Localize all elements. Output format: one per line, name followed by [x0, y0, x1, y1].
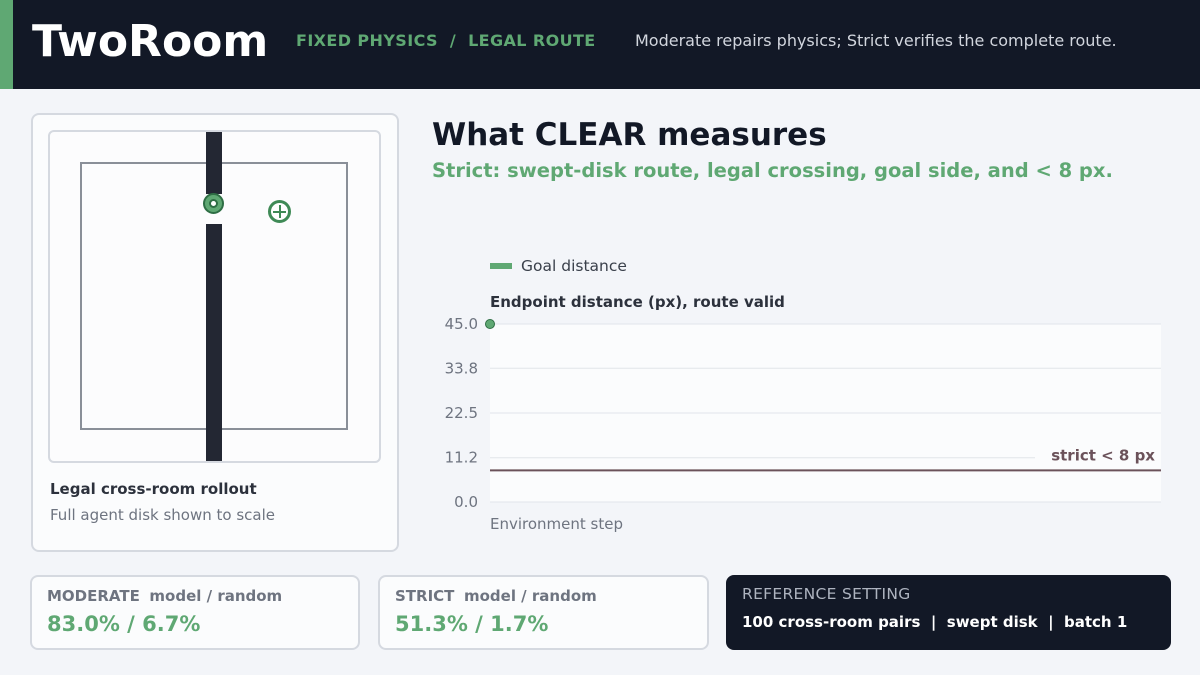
moderate-label: MODERATE [47, 587, 140, 605]
legend-swatch-goal-distance [490, 263, 512, 269]
chart-title: Endpoint distance (px), route valid [490, 293, 785, 311]
breadcrumb: FIXED PHYSICS / LEGAL ROUTE [296, 31, 596, 50]
reference-value: 100 cross-room pairs | swept disk | batc… [742, 613, 1128, 631]
simulation-subtitle: Full agent disk shown to scale [50, 506, 275, 524]
strict-sublabel: model / random [463, 587, 597, 605]
reference-setting-card: REFERENCE SETTING 100 cross-room pairs |… [726, 575, 1171, 650]
moderate-stat-value: 83.0% / 6.7% [47, 612, 201, 636]
divider-wall-bottom [206, 224, 222, 461]
distance-chart: 0.0 11.2 22.5 33.8 45.0 strict < 8 px [445, 315, 1161, 511]
threshold-label: strict < 8 px [1051, 446, 1155, 464]
strict-label: STRICT [395, 587, 455, 605]
y-tick-label: 0.0 [454, 493, 478, 511]
y-tick-label: 22.5 [445, 404, 478, 422]
legend-label-goal-distance: Goal distance [521, 257, 627, 275]
app-title: TwoRoom [32, 16, 269, 67]
strict-stat-card: STRICT model / random 51.3% / 1.7% [378, 575, 709, 650]
page-subtitle: Strict: swept-disk route, legal crossing… [432, 159, 1113, 182]
strict-stat-title: STRICT model / random [395, 587, 597, 605]
moderate-stat-card: MODERATE model / random 83.0% / 6.7% [30, 575, 360, 650]
simulation-title: Legal cross-room rollout [50, 480, 257, 498]
y-tick-label: 33.8 [445, 359, 478, 377]
chart-legend: Goal distance [490, 256, 627, 276]
moderate-stat-title: MODERATE model / random [47, 587, 282, 605]
agent-disk-icon [203, 193, 224, 214]
chart-x-axis-label: Environment step [490, 515, 623, 533]
data-point-0-0 [485, 319, 495, 329]
app-header: TwoRoom FIXED PHYSICS / LEGAL ROUTE Mode… [0, 0, 1200, 89]
moderate-sublabel: model / random [149, 587, 283, 605]
page-title: What CLEAR measures [432, 117, 827, 153]
y-tick-label: 11.2 [445, 449, 478, 467]
reference-title: REFERENCE SETTING [742, 585, 911, 603]
goal-crosshair-icon [268, 200, 291, 223]
y-tick-label: 45.0 [445, 315, 478, 333]
divider-wall-top [206, 132, 222, 194]
header-tagline: Moderate repairs physics; Strict verifie… [635, 31, 1117, 50]
strict-stat-value: 51.3% / 1.7% [395, 612, 549, 636]
header-accent-bar [0, 0, 13, 89]
